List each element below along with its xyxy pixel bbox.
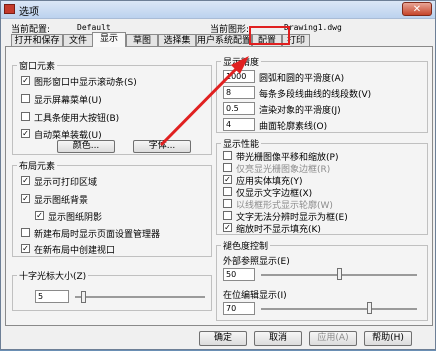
annotation-arrow [159, 56, 249, 147]
tab-display[interactable]: 显示 [92, 32, 126, 47]
options-dialog: 选项 ✕ 当前配置: Default 当前图形: Drawing1.dwg 打开… [0, 0, 436, 350]
